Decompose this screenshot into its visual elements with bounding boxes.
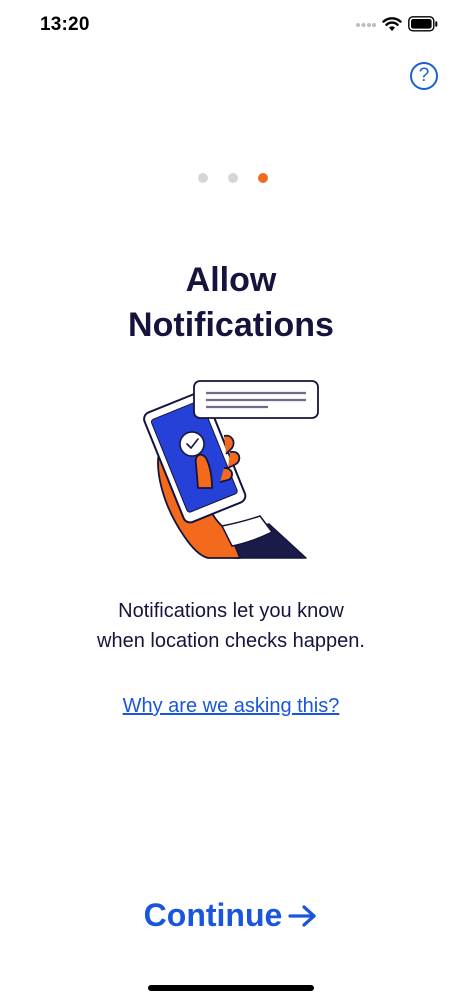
page-dot-active bbox=[258, 173, 268, 183]
title-line: Notifications bbox=[128, 306, 334, 344]
status-bar: 13:20 bbox=[0, 0, 462, 50]
wifi-icon bbox=[382, 17, 402, 31]
battery-icon bbox=[408, 16, 438, 32]
status-time: 13:20 bbox=[40, 14, 90, 35]
description-line: when location checks happen. bbox=[97, 630, 365, 652]
page-dot bbox=[228, 173, 238, 183]
continue-button[interactable]: Continue bbox=[0, 890, 462, 940]
title-line: Allow bbox=[185, 261, 277, 299]
description-line: Notifications let you know bbox=[118, 600, 344, 622]
help-button[interactable]: ? bbox=[410, 62, 438, 90]
description: Notifications let you know when location… bbox=[0, 596, 462, 656]
page-dot bbox=[198, 173, 208, 183]
why-are-we-asking-link[interactable]: Why are we asking this? bbox=[0, 695, 462, 718]
page-title: Allow Notifications bbox=[0, 258, 462, 348]
signal-icon bbox=[356, 23, 376, 27]
page-indicator bbox=[198, 173, 268, 183]
help-icon: ? bbox=[418, 65, 430, 86]
phone-notification-illustration bbox=[143, 380, 319, 559]
home-indicator[interactable] bbox=[148, 985, 314, 991]
continue-label: Continue bbox=[143, 896, 283, 933]
arrow-right-icon bbox=[288, 905, 316, 927]
